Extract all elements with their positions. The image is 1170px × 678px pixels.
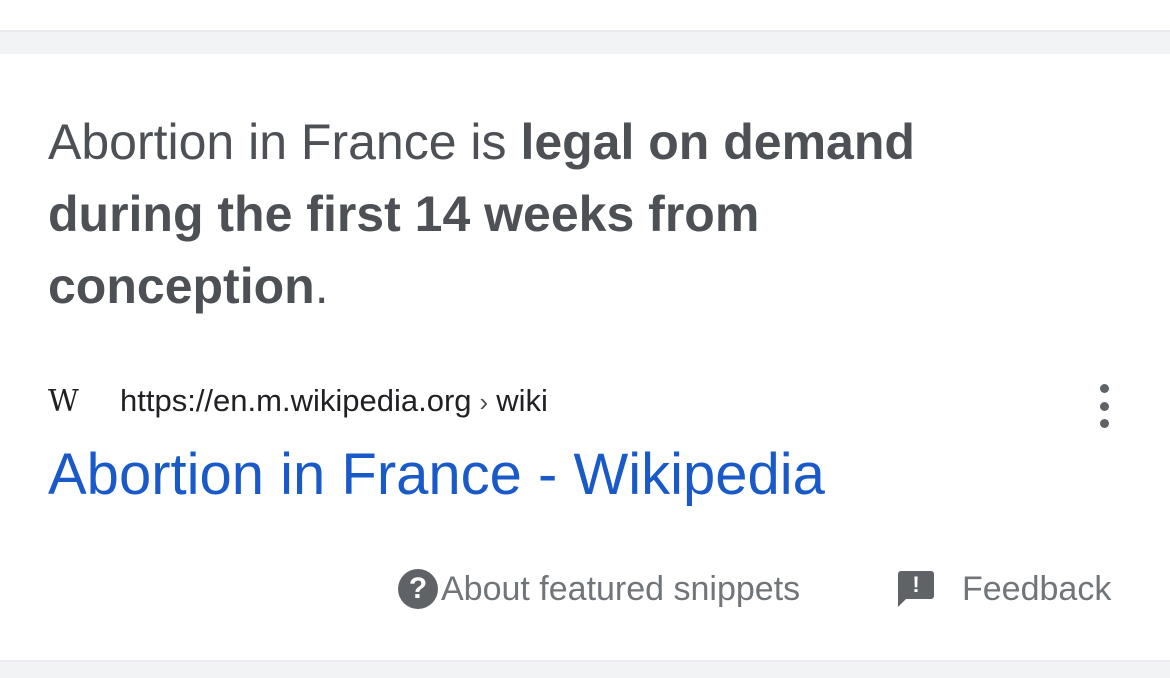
bottom-divider [0, 660, 1170, 678]
feedback-icon: ! [898, 571, 934, 607]
more-vert-icon[interactable] [1086, 384, 1122, 428]
snippet-text-lead: Abortion in France is [48, 114, 521, 170]
menu-dot [1099, 419, 1109, 428]
url-path: wiki [496, 383, 548, 418]
result-url[interactable]: https://en.m.wikipedia.org › wiki [120, 383, 548, 419]
about-featured-snippets-button[interactable]: ? About featured snippets [398, 564, 800, 614]
menu-dot [1099, 384, 1109, 393]
help-circle-icon: ? [398, 569, 438, 609]
search-results-page: Abortion in France is legal on demand du… [0, 0, 1170, 678]
source-row[interactable]: W https://en.m.wikipedia.org › wiki [48, 376, 548, 426]
breadcrumb-separator: › [479, 387, 489, 417]
feedback-button[interactable]: ! Feedback [898, 564, 1111, 614]
feedback-label: Feedback [962, 569, 1112, 608]
about-featured-snippets-label: About featured snippets [441, 569, 801, 608]
url-domain: https://en.m.wikipedia.org [120, 383, 472, 418]
wikipedia-icon: W [48, 381, 98, 421]
menu-dot [1099, 401, 1109, 411]
help-glyph: ? [408, 572, 428, 605]
featured-snippet-card: Abortion in France is legal on demand du… [0, 54, 1170, 660]
snippet-footer: ? About featured snippets ! Feedback [0, 564, 1170, 614]
feedback-bubble: ! [898, 571, 934, 599]
feedback-bubble-tail [898, 597, 908, 607]
feedback-glyph: ! [912, 572, 920, 597]
top-divider [0, 30, 1170, 54]
snippet-text-end: . [314, 258, 329, 314]
snippet-text: Abortion in France is legal on demand du… [48, 106, 1048, 322]
favicon-glyph: W [48, 383, 79, 419]
result-title-link[interactable]: Abortion in France - Wikipedia [48, 438, 825, 512]
